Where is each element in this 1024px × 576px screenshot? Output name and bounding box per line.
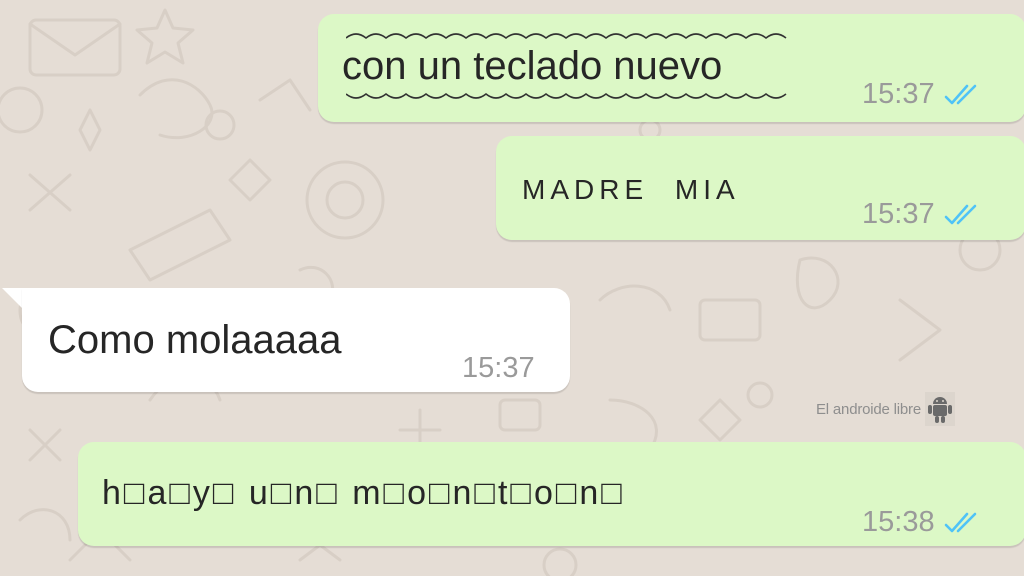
outgoing-message-bubble[interactable]: h□a□y□ u□n□ m□o□n□t□o□n□ 15:38 [78, 442, 1024, 546]
outgoing-message-bubble[interactable]: con un teclado nuevo 15:37 [318, 14, 1024, 122]
double-check-read-icon [944, 204, 976, 224]
message-meta: 15:37 [862, 78, 983, 111]
double-check-read-icon [944, 512, 976, 532]
watermark: El androide libre [816, 392, 955, 426]
wavy-decoration-top [346, 33, 787, 40]
message-time: 15:37 [862, 198, 935, 230]
message-meta: 15:38 [862, 506, 983, 539]
message-meta: 15:37 [862, 198, 983, 231]
android-robot-icon [925, 392, 955, 426]
incoming-message-bubble[interactable]: Como molaaaaa 15:37 [22, 288, 570, 392]
wavy-decoration-bottom [346, 92, 787, 99]
outgoing-message-bubble[interactable]: MADRE MIA 15:37 [496, 136, 1024, 240]
message-meta: 15:37 [462, 352, 535, 385]
watermark-text: El androide libre [816, 400, 921, 418]
message-text: MADRE MIA [522, 174, 740, 205]
message-time: 15:37 [462, 352, 535, 384]
message-text: h□a□y□ u□n□ m□o□n□t□o□n□ [102, 474, 625, 512]
message-text: Como molaaaaa [48, 318, 342, 362]
message-text: con un teclado nuevo [342, 44, 723, 88]
message-time: 15:37 [862, 78, 935, 110]
message-time: 15:38 [862, 506, 935, 538]
double-check-read-icon [944, 84, 976, 104]
